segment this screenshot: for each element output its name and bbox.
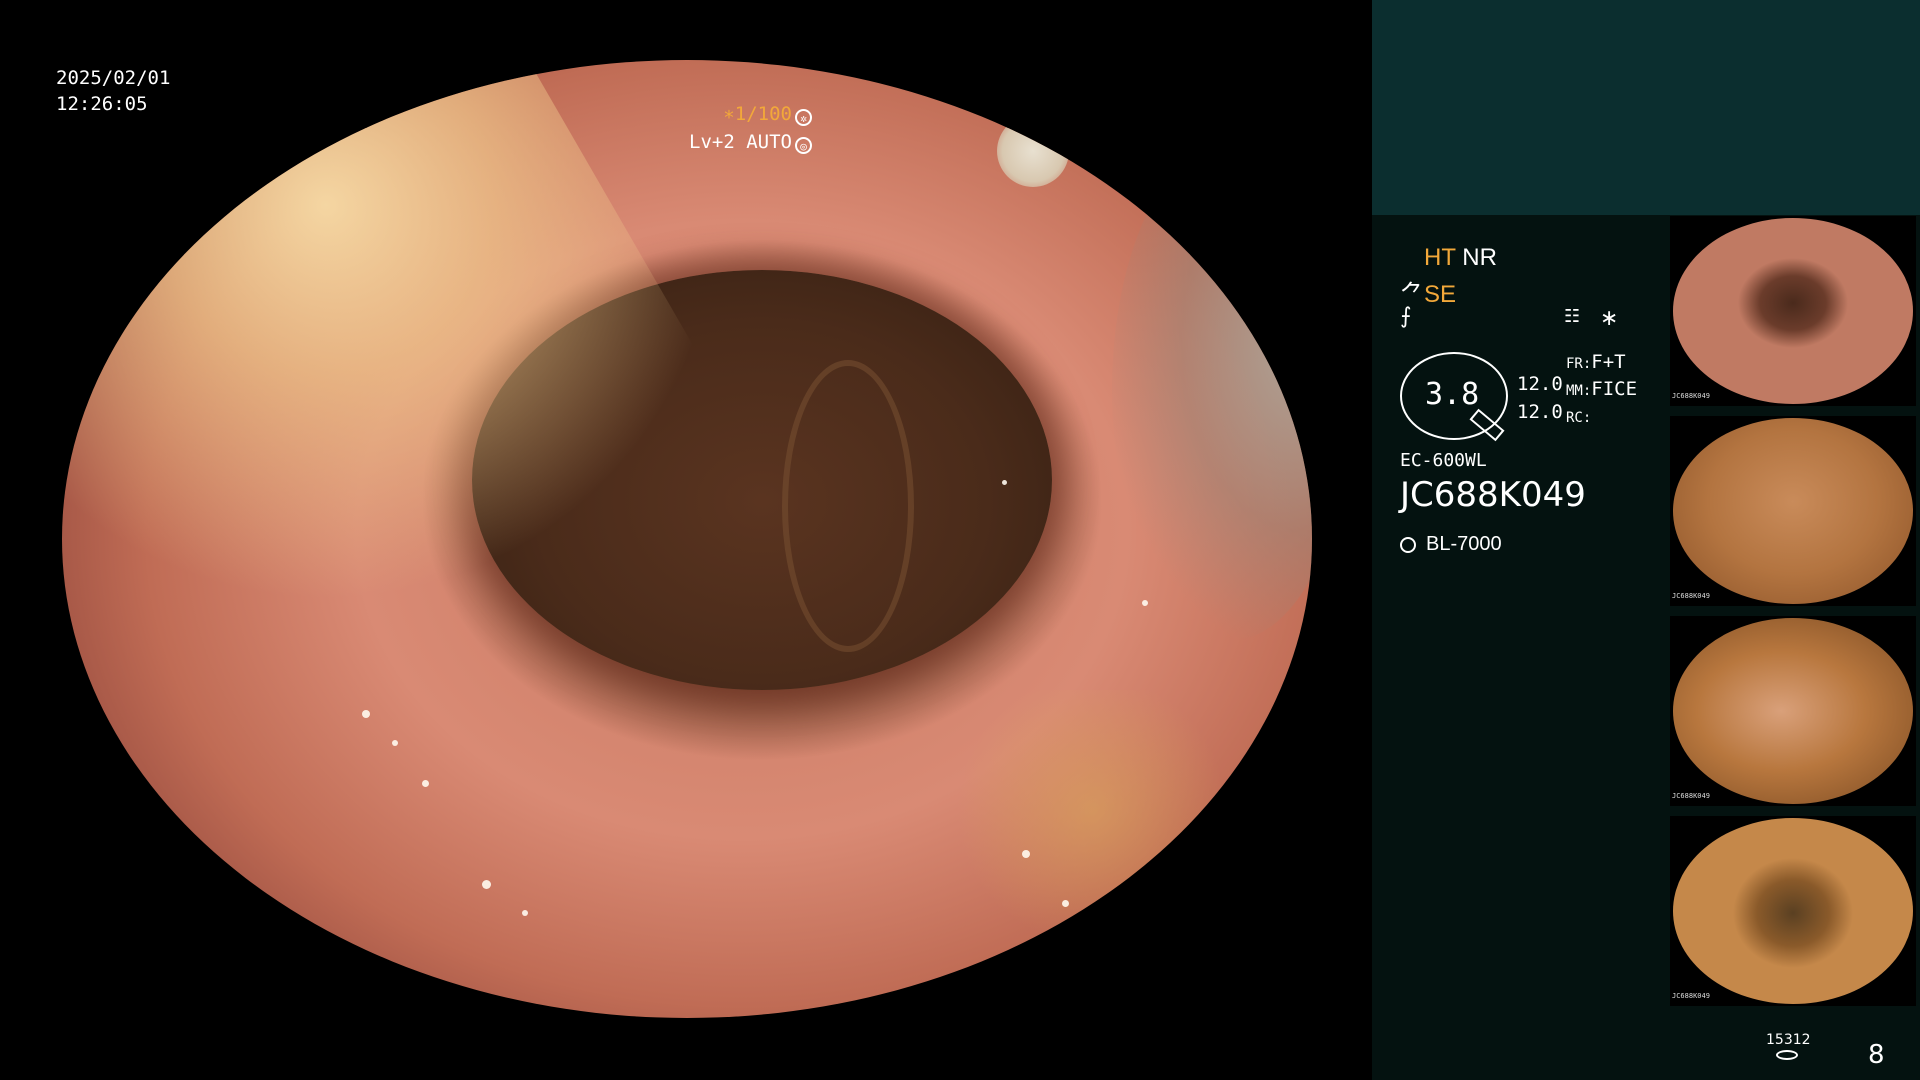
fr-value: F+T xyxy=(1591,351,1626,373)
endoscopic-image xyxy=(62,60,1312,1018)
bubble xyxy=(392,740,398,746)
se-mode: SE xyxy=(1424,281,1457,308)
panel-header-block xyxy=(1372,0,1920,215)
bubble xyxy=(1002,480,1007,485)
thumbnail-image xyxy=(1673,618,1913,804)
bubble xyxy=(1022,850,1030,858)
settings-list-icon: ☷ xyxy=(1564,306,1581,327)
distance-value-2: 12.0 xyxy=(1517,401,1563,423)
shutter-text: ∗1/100 xyxy=(723,103,792,125)
thumbnail-label: JC688K049 xyxy=(1672,992,1710,1000)
bubble xyxy=(362,710,370,718)
storage-disk-icon xyxy=(1776,1050,1798,1060)
bubble xyxy=(522,910,528,916)
thumbnail-1[interactable]: JC688K049 xyxy=(1670,216,1916,406)
mm-value: FICE xyxy=(1591,378,1638,400)
fr-label: FR: xyxy=(1566,356,1592,372)
mucosal-fold xyxy=(782,360,914,652)
scope-model: EC-600WL xyxy=(1400,450,1487,471)
scope-serial: JC688K049 xyxy=(1400,475,1586,515)
ht-mode: HT xyxy=(1424,244,1456,271)
thumbnail-label: JC688K049 xyxy=(1672,792,1710,800)
image-count: 8 xyxy=(1868,1040,1885,1070)
magnification-value: 3.8 xyxy=(1425,377,1480,412)
thumbnail-image xyxy=(1673,818,1913,1004)
auto-iris-icon: ◎ xyxy=(795,137,812,154)
bubble xyxy=(482,880,491,889)
date-text: 2025/02/01 xyxy=(56,67,171,89)
bubble-cluster xyxy=(942,690,1242,930)
thumbnail-image xyxy=(1673,418,1913,604)
thumbnail-strip: JC688K049 JC688K049 JC688K049 JC688K049 xyxy=(1670,216,1920,1018)
bubble xyxy=(422,780,429,787)
filter-icon: ⨍ xyxy=(1400,304,1412,329)
bubble xyxy=(1142,600,1148,606)
bubble xyxy=(1062,900,1069,907)
light-reflection xyxy=(1112,140,1312,640)
specular-glare xyxy=(997,115,1069,187)
thumbnail-2[interactable]: JC688K049 xyxy=(1670,416,1916,606)
light-source-name: BL-7000 xyxy=(1426,533,1502,555)
processing-settings: FR:F+T MM:FICE RC: xyxy=(1566,350,1637,431)
thumbnail-image xyxy=(1673,218,1913,404)
timestamp: 2025/02/01 12:26:05 xyxy=(56,65,170,117)
time-text: 12:26:05 xyxy=(56,93,148,115)
storage-count: 15312 xyxy=(1766,1032,1811,1048)
rc-label: RC: xyxy=(1566,410,1592,426)
exposure-readout: ∗1/100 ✲ Lv+2 AUTO ◎ xyxy=(689,100,812,156)
nr-mode: NR xyxy=(1462,244,1497,271)
mm-label: MM: xyxy=(1566,383,1592,399)
mode-row-1: HT NR xyxy=(1424,244,1497,272)
thumbnail-label: JC688K049 xyxy=(1672,392,1710,400)
distance-value-1: 12.0 xyxy=(1517,373,1563,395)
thumbnail-3[interactable]: JC688K049 xyxy=(1670,616,1916,806)
distance-values: 12.0 12.0 xyxy=(1517,370,1563,426)
light-source-icon xyxy=(1400,537,1416,553)
shutter-icon: ✲ xyxy=(795,109,812,126)
endoscope-view-area: 2025/02/01 12:26:05 ∗1/100 ✲ Lv+2 AUTO ◎ xyxy=(0,0,1372,1080)
level-mode-text: Lv+2 AUTO xyxy=(689,131,792,153)
light-source-row: BL-7000 xyxy=(1400,533,1502,556)
asterisk-marker: ∗ xyxy=(1600,306,1619,331)
thumbnail-label: JC688K049 xyxy=(1672,592,1710,600)
thumbnail-4[interactable]: JC688K049 xyxy=(1670,816,1916,1006)
